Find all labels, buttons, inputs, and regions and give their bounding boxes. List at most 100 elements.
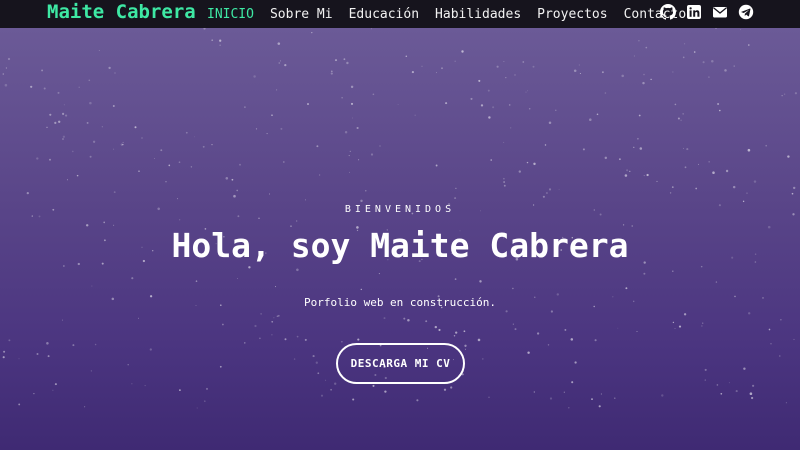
star-dot — [643, 272, 646, 275]
star-dot — [33, 392, 35, 395]
star-dot — [700, 265, 703, 268]
star-dot — [527, 90, 529, 92]
envelope-icon[interactable] — [712, 4, 728, 20]
star-dot — [604, 156, 608, 160]
star-dot — [43, 87, 46, 90]
star-dot — [137, 317, 140, 319]
star-dot — [748, 44, 750, 46]
star-dot — [720, 392, 723, 395]
star-dot — [416, 399, 419, 402]
star-dot — [407, 318, 410, 322]
star-dot — [47, 355, 50, 358]
star-dot — [244, 106, 246, 108]
star-dot — [4, 83, 8, 87]
star-dot — [725, 169, 729, 173]
star-dot — [598, 405, 601, 408]
star-dot — [698, 163, 700, 165]
star-dot — [276, 89, 278, 91]
star-dot — [277, 314, 280, 317]
linkedin-icon[interactable] — [686, 4, 702, 20]
star-dot — [646, 173, 649, 177]
star-dot — [596, 113, 599, 116]
welcome-eyebrow: BIENVENIDOS — [344, 204, 456, 215]
star-dot — [746, 192, 748, 194]
star-dot — [770, 343, 772, 345]
star-dot — [371, 28, 373, 30]
brand-logo-link[interactable]: Maite Cabrera — [47, 1, 196, 23]
star-dot — [793, 338, 795, 340]
nav-link-educacion[interactable]: Educación — [349, 7, 419, 22]
star-dot — [165, 181, 167, 183]
star-dot — [525, 91, 527, 93]
star-dot — [454, 278, 457, 280]
star-dot — [717, 102, 720, 106]
star-dot — [470, 97, 473, 100]
star-dot — [112, 105, 115, 107]
download-cv-button[interactable]: DESCARGA MI CV — [336, 343, 465, 384]
star-dot — [236, 189, 239, 192]
star-dot — [749, 392, 753, 395]
star-dot — [305, 199, 307, 201]
star-dot — [284, 338, 287, 341]
star-dot — [349, 171, 350, 173]
star-dot — [480, 104, 484, 107]
star-dot — [781, 95, 783, 97]
star-dot — [528, 107, 531, 110]
star-dot — [260, 313, 262, 315]
star-dot — [503, 177, 505, 180]
star-dot — [360, 288, 362, 291]
nav-link-sobre-mi[interactable]: Sobre Mi — [270, 7, 333, 22]
nav-link-proyectos[interactable]: Proyectos — [537, 7, 607, 22]
star-dot — [787, 155, 790, 158]
star-dot — [296, 220, 298, 222]
star-dot — [211, 39, 214, 42]
nav-link-inicio[interactable]: INICIO — [207, 7, 254, 22]
star-dot — [656, 180, 658, 182]
github-icon[interactable] — [660, 4, 676, 20]
telegram-icon[interactable] — [738, 4, 754, 20]
star-dot — [674, 328, 676, 330]
star-dot — [695, 187, 698, 190]
star-dot — [271, 114, 273, 117]
star-dot — [779, 355, 781, 357]
star-dot — [505, 76, 507, 79]
star-dot — [752, 384, 755, 387]
star-dot — [8, 339, 11, 342]
star-dot — [536, 332, 540, 335]
star-dot — [225, 177, 229, 180]
star-dot — [614, 397, 616, 399]
star-dot — [341, 97, 343, 99]
star-dot — [733, 65, 735, 67]
star-dot — [478, 79, 481, 82]
star-dot — [62, 138, 64, 140]
star-dot — [284, 63, 287, 67]
star-dot — [334, 382, 337, 385]
star-dot — [791, 192, 794, 195]
nav-menu: INICIO Sobre Mi Educación Habilidades Pr… — [207, 0, 702, 28]
star-dot — [379, 145, 381, 147]
star-dot — [343, 58, 346, 61]
star-dot — [461, 50, 464, 53]
star-dot — [219, 365, 222, 368]
star-dot — [589, 118, 592, 121]
star-dot — [735, 390, 738, 393]
star-dot — [638, 39, 640, 42]
star-dot — [503, 141, 505, 143]
star-dot — [195, 280, 198, 282]
nav-link-habilidades[interactable]: Habilidades — [435, 7, 521, 22]
star-dot — [26, 191, 29, 195]
star-dot — [573, 69, 577, 72]
star-dot — [550, 310, 554, 313]
star-dot — [638, 114, 641, 117]
star-dot — [304, 338, 307, 341]
star-dot — [450, 386, 453, 389]
star-dot — [563, 391, 565, 393]
star-dot — [31, 215, 33, 217]
star-dot — [702, 322, 704, 324]
star-dot — [672, 270, 674, 273]
star-dot — [672, 71, 674, 73]
star-dot — [683, 313, 687, 316]
star-dot — [487, 89, 490, 92]
star-dot — [204, 400, 206, 402]
star-dot — [435, 72, 438, 74]
